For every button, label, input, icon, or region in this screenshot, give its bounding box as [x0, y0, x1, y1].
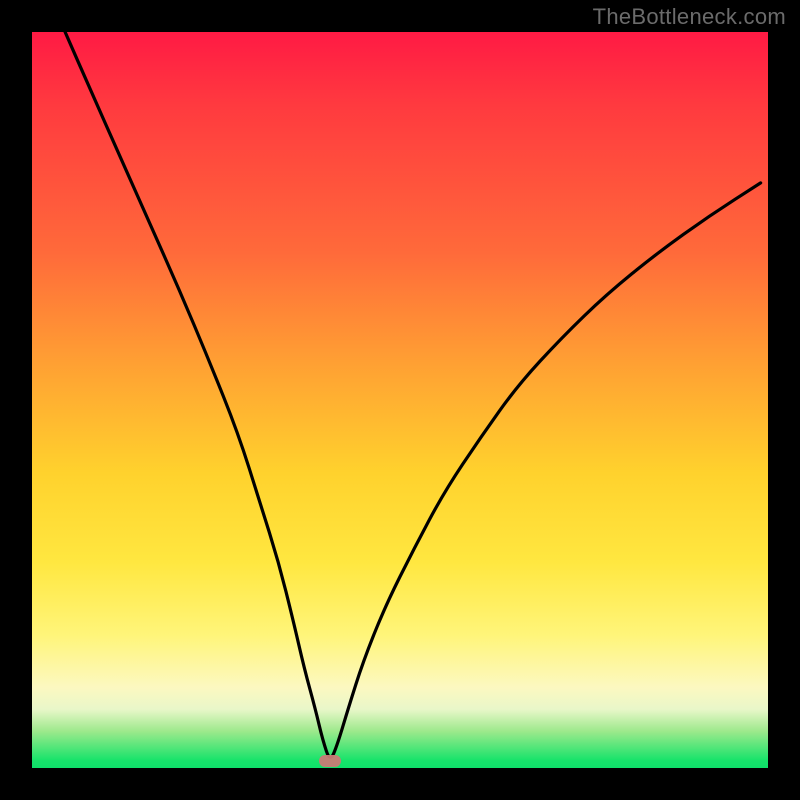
bottleneck-curve: [32, 32, 768, 768]
minimum-marker-icon: [319, 755, 341, 767]
plot-area: [32, 32, 768, 768]
chart-frame: TheBottleneck.com: [0, 0, 800, 800]
watermark-text: TheBottleneck.com: [593, 4, 786, 30]
